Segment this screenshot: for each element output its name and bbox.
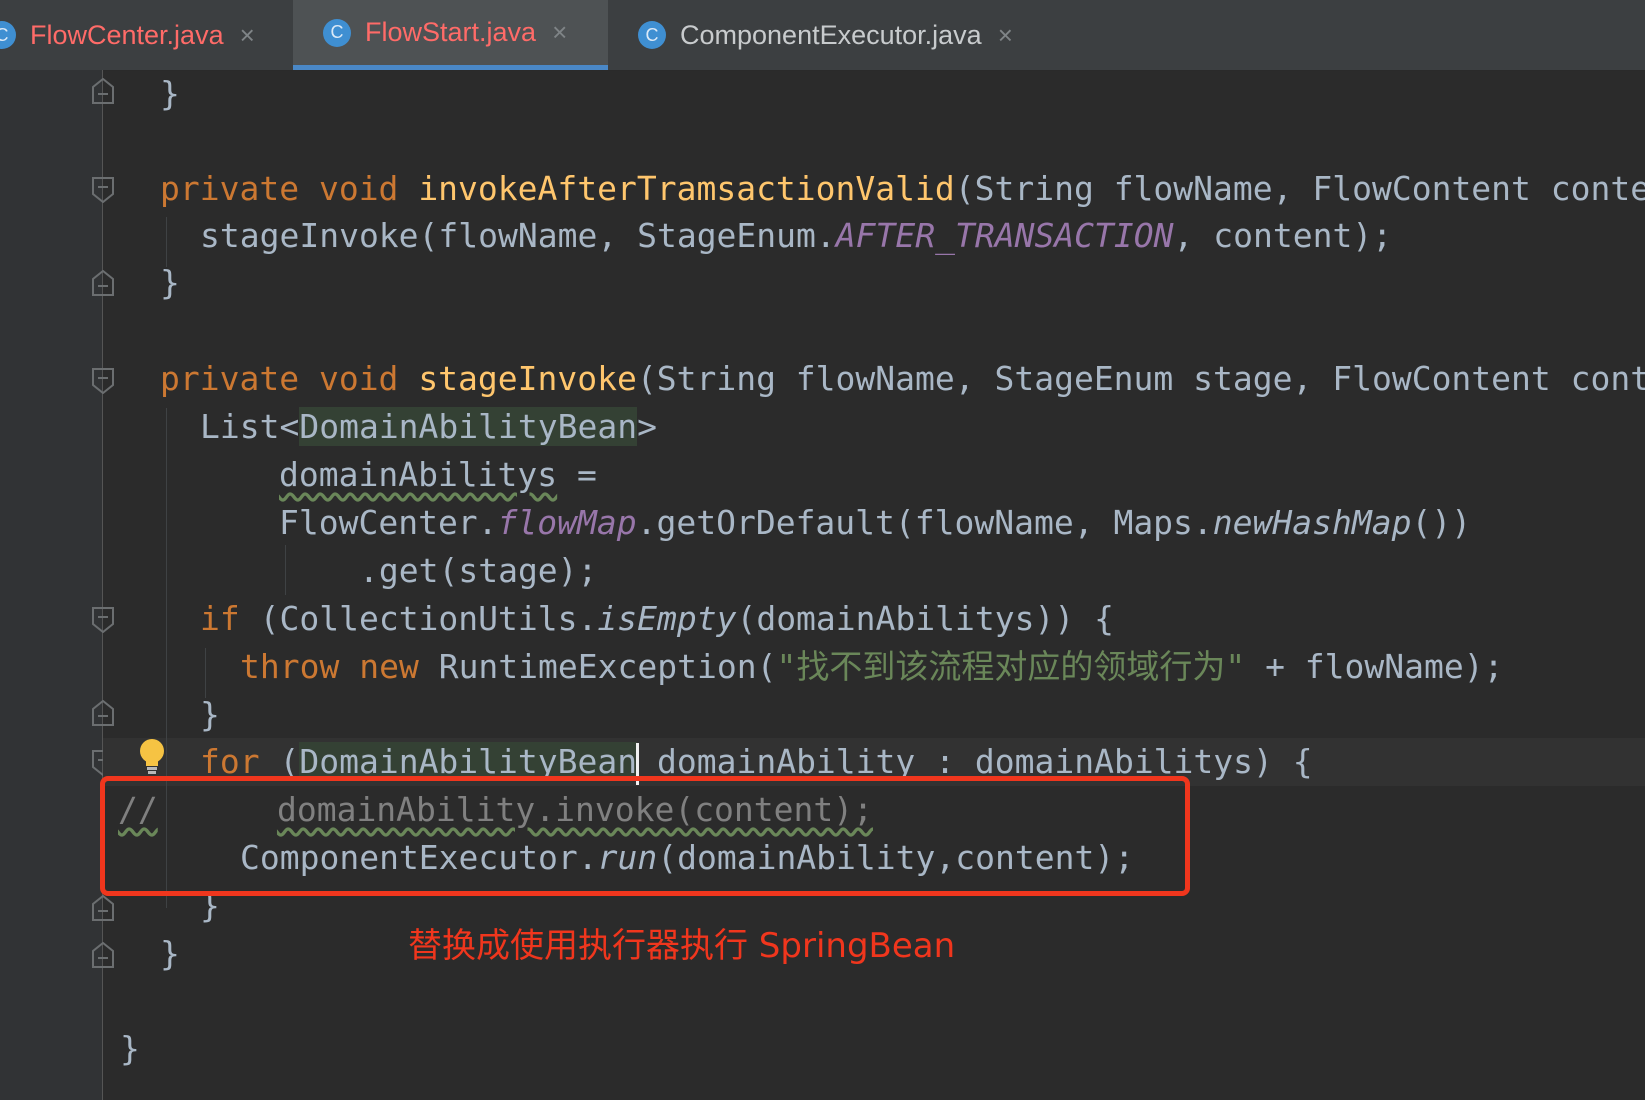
close-icon[interactable]: × <box>998 20 1013 51</box>
lightbulb-icon[interactable] <box>138 738 166 776</box>
annotation-box <box>100 776 1190 896</box>
fold-icon[interactable] <box>92 270 114 296</box>
code-line[interactable]: stageInvoke(flowName, StageEnum.AFTER_TR… <box>200 212 1392 260</box>
code-line[interactable]: } <box>120 1025 140 1073</box>
indent-guide <box>285 545 286 595</box>
close-icon[interactable]: × <box>240 20 255 51</box>
tab-label: ComponentExecutor.java <box>680 19 982 50</box>
tab-componentexecutor[interactable]: C ComponentExecutor.java × <box>608 0 1048 70</box>
code-line[interactable]: } <box>160 70 180 118</box>
code-line[interactable]: } <box>200 691 220 739</box>
code-line[interactable]: } <box>160 930 180 978</box>
fold-icon[interactable] <box>92 78 114 104</box>
fold-icon[interactable] <box>92 368 114 394</box>
class-icon: C <box>0 21 16 49</box>
code-line[interactable]: private void stageInvoke(String flowName… <box>160 355 1645 403</box>
fold-icon[interactable] <box>92 895 114 921</box>
tab-label: FlowCenter.java <box>30 19 224 50</box>
code-line[interactable]: List<DomainAbilityBean> <box>200 403 657 451</box>
code-line[interactable]: .get(stage); <box>359 547 597 595</box>
tab-flowcenter[interactable]: C FlowCenter.java × <box>0 0 280 70</box>
class-icon: C <box>323 18 351 47</box>
editor-gutter <box>0 70 103 1100</box>
code-line[interactable]: domainAbilitys = <box>279 451 597 499</box>
code-line[interactable]: FlowCenter.flowMap.getOrDefault(flowName… <box>279 499 1471 547</box>
close-icon[interactable]: × <box>552 17 567 48</box>
code-editor: C FlowCenter.java × C FlowStart.java × C… <box>0 0 1645 1100</box>
fold-icon[interactable] <box>92 700 114 726</box>
code-line[interactable]: private void invokeAfterTramsactionValid… <box>160 165 1645 213</box>
annotation-text: 替换成使用执行器执行 SpringBean <box>408 926 956 966</box>
fold-icon[interactable] <box>92 177 114 203</box>
tab-label: FlowStart.java <box>365 17 537 47</box>
code-line[interactable]: throw new RuntimeException("找不到该流程对应的领域行… <box>240 643 1503 691</box>
code-line[interactable]: } <box>160 259 180 307</box>
fold-icon[interactable] <box>92 942 114 968</box>
editor-tab-bar: C FlowCenter.java × C FlowStart.java × C… <box>0 0 1645 71</box>
tab-flowstart[interactable]: C FlowStart.java × <box>293 0 608 70</box>
fold-icon[interactable] <box>92 607 114 633</box>
code-line[interactable]: if (CollectionUtils.isEmpty(domainAbilit… <box>200 595 1114 643</box>
class-icon: C <box>638 21 666 49</box>
